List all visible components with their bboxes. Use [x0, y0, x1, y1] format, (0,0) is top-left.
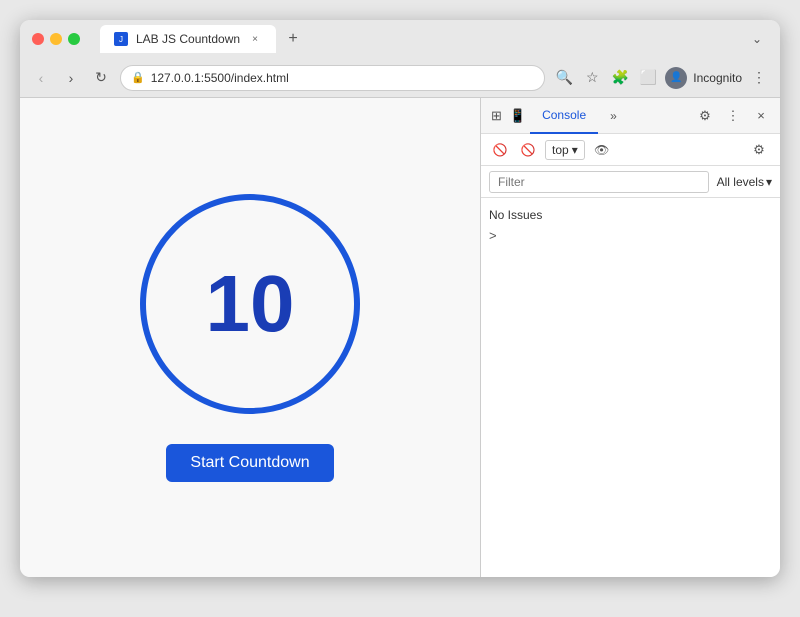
prompt-symbol: >: [489, 228, 497, 243]
levels-select[interactable]: All levels ▾: [717, 175, 772, 189]
context-select[interactable]: top ▾: [545, 140, 585, 160]
devtools-toolbar: 🚫 🚫 top ▾ 👁 ⚙: [481, 134, 780, 166]
new-tab-button[interactable]: +: [282, 28, 304, 50]
filter-input[interactable]: [489, 171, 709, 193]
tab-close-button[interactable]: ×: [248, 32, 262, 46]
tab-bar: J LAB JS Countdown × +: [100, 25, 738, 53]
tab-favicon: J: [114, 32, 128, 46]
devtools-tabs: ⊞ 📱 Console » ⚙ ⋮ ×: [481, 98, 780, 134]
title-bar: J LAB JS Countdown × + ⌄: [20, 20, 780, 58]
url-bar[interactable]: 🔒 127.0.0.1:5500/index.html: [120, 65, 545, 91]
cast-icon[interactable]: ⬜: [637, 67, 659, 89]
no-issues-text: No Issues: [489, 206, 772, 224]
devtools-filter: All levels ▾: [481, 166, 780, 198]
levels-label: All levels: [717, 175, 764, 189]
devtools-settings-button[interactable]: ⚙: [692, 103, 718, 129]
start-countdown-button[interactable]: Start Countdown: [166, 444, 333, 482]
devtools-more-button[interactable]: ⋮: [720, 103, 746, 129]
devtools-toolbar-settings-icon[interactable]: ⚙: [746, 137, 772, 163]
countdown-circle: 10: [140, 194, 360, 414]
devtools-actions: ⚙ ⋮ ×: [692, 103, 774, 129]
tab-title: LAB JS Countdown: [136, 32, 240, 46]
window-controls: ⌄: [746, 30, 768, 48]
devtools-close-button[interactable]: ×: [748, 103, 774, 129]
browser-window: J LAB JS Countdown × + ⌄ ‹ › ↻ 🔒 127.0.0…: [20, 20, 780, 577]
context-chevron-icon: ▾: [572, 143, 578, 157]
content-area: 10 Start Countdown ⊞ 📱 Console » ⚙ ⋮ × 🚫: [20, 98, 780, 577]
countdown-number: 10: [206, 258, 295, 350]
forward-button[interactable]: ›: [60, 67, 82, 89]
element-picker-icon[interactable]: ⊞: [487, 104, 506, 128]
browser-tab[interactable]: J LAB JS Countdown ×: [100, 25, 276, 53]
context-label: top: [552, 143, 569, 157]
clear-console-icon[interactable]: 🚫: [489, 139, 511, 161]
devtools-console: No Issues >: [481, 198, 780, 577]
menu-button[interactable]: ⋮: [748, 67, 770, 89]
filter-icon[interactable]: 🚫: [517, 139, 539, 161]
lock-icon: 🔒: [131, 71, 145, 84]
webpage: 10 Start Countdown: [20, 98, 480, 577]
back-button[interactable]: ‹: [30, 67, 52, 89]
extensions-icon[interactable]: 🧩: [609, 67, 631, 89]
levels-chevron-icon: ▾: [766, 175, 772, 189]
traffic-lights: [32, 33, 80, 45]
tab-more[interactable]: »: [598, 98, 629, 134]
minimize-button[interactable]: [50, 33, 62, 45]
profile-button[interactable]: 👤: [665, 67, 687, 89]
reload-button[interactable]: ↻: [90, 67, 112, 89]
maximize-button[interactable]: [68, 33, 80, 45]
device-toolbar-icon[interactable]: 📱: [506, 104, 530, 128]
close-button[interactable]: [32, 33, 44, 45]
window-chevron-icon[interactable]: ⌄: [746, 30, 768, 48]
console-prompt[interactable]: >: [489, 228, 772, 243]
incognito-label: Incognito: [693, 71, 742, 85]
search-icon[interactable]: 🔍: [553, 67, 575, 89]
url-text: 127.0.0.1:5500/index.html: [151, 71, 289, 85]
toolbar-actions: 🔍 ☆ 🧩 ⬜ 👤 Incognito ⋮: [553, 67, 770, 89]
toolbar: ‹ › ↻ 🔒 127.0.0.1:5500/index.html 🔍 ☆ 🧩 …: [20, 58, 780, 98]
devtools-panel: ⊞ 📱 Console » ⚙ ⋮ × 🚫 🚫 top ▾ 👁: [480, 98, 780, 577]
bookmark-icon[interactable]: ☆: [581, 67, 603, 89]
tab-console[interactable]: Console: [530, 98, 598, 134]
eye-icon[interactable]: 👁: [591, 139, 613, 161]
